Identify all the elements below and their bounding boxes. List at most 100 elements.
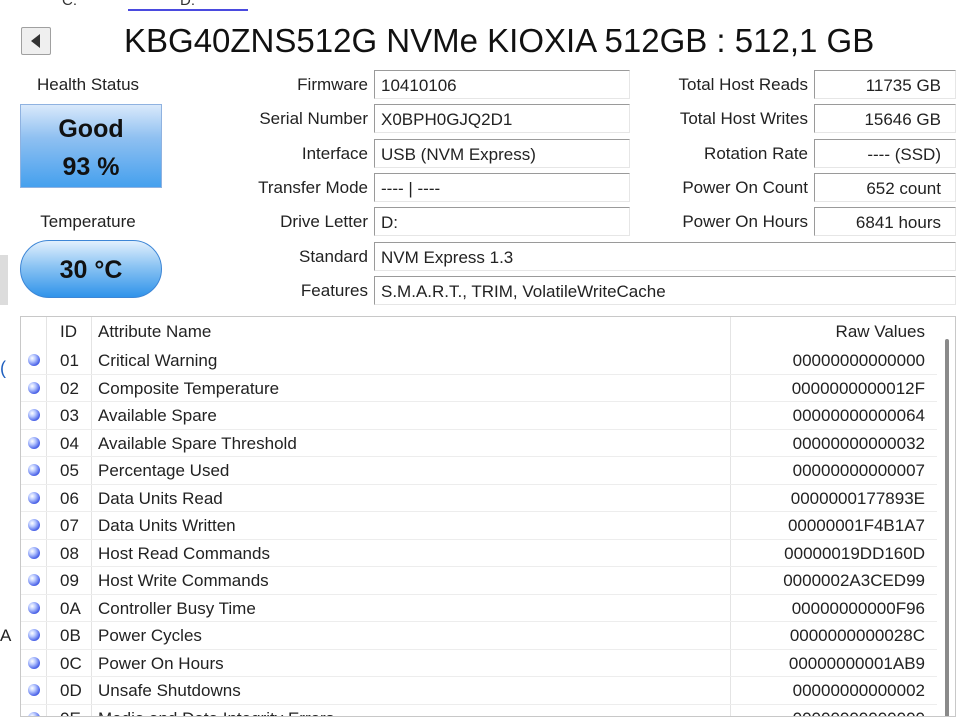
attribute-id: 07 xyxy=(60,516,79,535)
attribute-raw-value: 00000000000F96 xyxy=(791,598,925,618)
status-dot-icon xyxy=(28,464,40,476)
status-dot-icon xyxy=(28,519,40,531)
attribute-name: Data Units Read xyxy=(98,488,223,508)
attribute-id: 0D xyxy=(60,681,82,700)
firmware-field: 10410106 xyxy=(374,70,630,99)
column-header-attribute-name[interactable]: Attribute Name xyxy=(98,317,211,346)
total-host-writes-label: Total Host Writes xyxy=(679,109,808,128)
power-on-hours-field: 6841 hours xyxy=(814,207,956,236)
table-row[interactable]: 0D Unsafe Shutdowns 00000000000002 xyxy=(21,677,937,705)
drive-tab-d[interactable]: D: xyxy=(128,0,248,11)
column-header-id[interactable]: ID xyxy=(60,317,77,346)
attribute-id: 03 xyxy=(60,406,79,425)
attribute-id: 04 xyxy=(60,433,79,453)
interface-field: USB (NVM Express) xyxy=(374,139,630,168)
attribute-name: Host Write Commands xyxy=(98,571,269,590)
arrow-left-icon xyxy=(31,34,40,48)
attribute-name: Percentage Used xyxy=(98,461,230,480)
attribute-id: 05 xyxy=(60,461,79,480)
table-row[interactable]: 07 Data Units Written 00000001F4B1A7 xyxy=(21,512,937,540)
attribute-id: 09 xyxy=(60,571,79,590)
attribute-raw-value: 00000000000002 xyxy=(792,681,925,700)
serial-number-label: Serial Number xyxy=(259,109,368,128)
drive-title: KBG40ZNS512G NVMe KIOXIA 512GB : 512,1 G… xyxy=(124,22,875,59)
table-row[interactable]: 01 Critical Warning 00000000000000 xyxy=(21,347,937,375)
drive-tab-c[interactable]: C: xyxy=(62,0,77,9)
table-header: ID Attribute Name Raw Values xyxy=(21,317,955,346)
attribute-raw-value: 00000000000064 xyxy=(792,406,925,425)
attribute-raw-value: 00000000000000 xyxy=(792,351,925,370)
power-on-count-field: 652 count xyxy=(814,173,956,202)
attribute-id: 02 xyxy=(60,378,79,398)
drive-letter-field: D: xyxy=(374,207,630,236)
attribute-id: 0B xyxy=(60,626,81,645)
attribute-raw-value: 00000000001AB9 xyxy=(788,653,925,673)
status-dot-icon xyxy=(28,629,40,641)
status-dot-icon xyxy=(28,546,40,559)
table-row[interactable]: 02 Composite Temperature 0000000000012F xyxy=(21,375,937,402)
status-dot-icon xyxy=(28,601,40,614)
rotation-rate-label: Rotation Rate xyxy=(704,144,808,163)
table-row[interactable]: 09 Host Write Commands 0000002A3CED99 xyxy=(21,567,937,595)
table-row[interactable]: 0B Power Cycles 0000000000028C xyxy=(21,622,937,650)
status-dot-icon xyxy=(28,409,40,421)
table-row[interactable]: 05 Percentage Used 00000000000007 xyxy=(21,457,937,485)
attribute-name: Available Spare Threshold xyxy=(98,433,297,453)
health-percent-value: 93 % xyxy=(62,153,120,181)
attribute-raw-value: 0000000000012F xyxy=(791,378,925,398)
drive-letter-label: Drive Letter xyxy=(280,212,368,231)
attribute-raw-value: 0000002A3CED99 xyxy=(783,571,925,590)
attribute-name: Unsafe Shutdowns xyxy=(98,681,241,700)
attribute-raw-value: 00000001F4B1A7 xyxy=(787,516,925,535)
attribute-id: 01 xyxy=(60,351,79,370)
attribute-id: 0E xyxy=(60,705,81,717)
interface-label: Interface xyxy=(301,144,368,163)
background-window-text: A xyxy=(0,626,12,645)
temperature-indicator[interactable]: 30 °C xyxy=(20,240,162,298)
health-status-value: Good xyxy=(58,115,124,143)
status-dot-icon xyxy=(28,574,40,586)
transfer-mode-field: ---- | ---- xyxy=(374,173,630,202)
attribute-name: Power On Hours xyxy=(98,653,224,673)
total-host-writes-field: 15646 GB xyxy=(814,104,956,133)
attribute-name: Controller Busy Time xyxy=(98,598,256,618)
health-status-label: Health Status xyxy=(36,75,140,94)
attribute-raw-value: 00000019DD160D xyxy=(784,543,925,563)
rotation-rate-field: ---- (SSD) xyxy=(814,139,956,168)
table-row[interactable]: 0C Power On Hours 00000000001AB9 xyxy=(21,650,937,677)
serial-number-field[interactable]: X0BPH0GJQ2D1 xyxy=(374,104,630,133)
table-row[interactable]: 03 Available Spare 00000000000064 xyxy=(21,402,937,430)
attribute-name: Data Units Written xyxy=(98,516,236,535)
attribute-name: Available Spare xyxy=(98,406,217,425)
attribute-name: Power Cycles xyxy=(98,626,202,645)
attribute-name: Composite Temperature xyxy=(98,378,280,398)
features-label: Features xyxy=(300,281,368,300)
table-row[interactable]: 06 Data Units Read 0000000177893E xyxy=(21,485,937,512)
attribute-name: Host Read Commands xyxy=(98,543,270,563)
attribute-raw-value: 00000000000007 xyxy=(792,461,925,480)
column-header-raw-values[interactable]: Raw Values xyxy=(836,317,925,346)
attribute-id: 0A xyxy=(60,598,81,618)
standard-label: Standard xyxy=(299,247,368,266)
background-window-text: ( xyxy=(0,358,6,378)
attribute-raw-value: 00000000000032 xyxy=(792,433,925,453)
attribute-id: 06 xyxy=(60,488,79,508)
table-row[interactable]: 08 Host Read Commands 00000019DD160D xyxy=(21,540,937,567)
table-scrollbar[interactable] xyxy=(939,317,955,716)
health-status-indicator[interactable]: Good 93 % xyxy=(20,104,162,188)
table-row[interactable]: 04 Available Spare Threshold 0000000000003… xyxy=(21,430,937,457)
table-row[interactable]: 0A Controller Busy Time 00000000000F96 xyxy=(21,595,937,622)
smart-attribute-table[interactable]: ID Attribute Name Raw Values 01 Critical … xyxy=(20,316,956,717)
total-host-reads-field: 11735 GB xyxy=(814,70,956,99)
status-dot-icon xyxy=(28,354,40,366)
attribute-id: 08 xyxy=(60,543,79,563)
status-dot-icon xyxy=(28,436,40,449)
table-row[interactable]: 0E Media and Data Integrity Errors 0000000… xyxy=(21,705,937,717)
attribute-raw-value: 0000000000028C xyxy=(789,626,925,645)
features-field: S.M.A.R.T., TRIM, VolatileWriteCache xyxy=(374,276,956,305)
previous-drive-button[interactable] xyxy=(21,27,51,55)
temperature-label: Temperature xyxy=(40,212,136,231)
power-on-count-label: Power On Count xyxy=(682,178,808,197)
scrollbar-thumb[interactable] xyxy=(945,339,949,716)
status-dot-icon xyxy=(28,711,40,716)
